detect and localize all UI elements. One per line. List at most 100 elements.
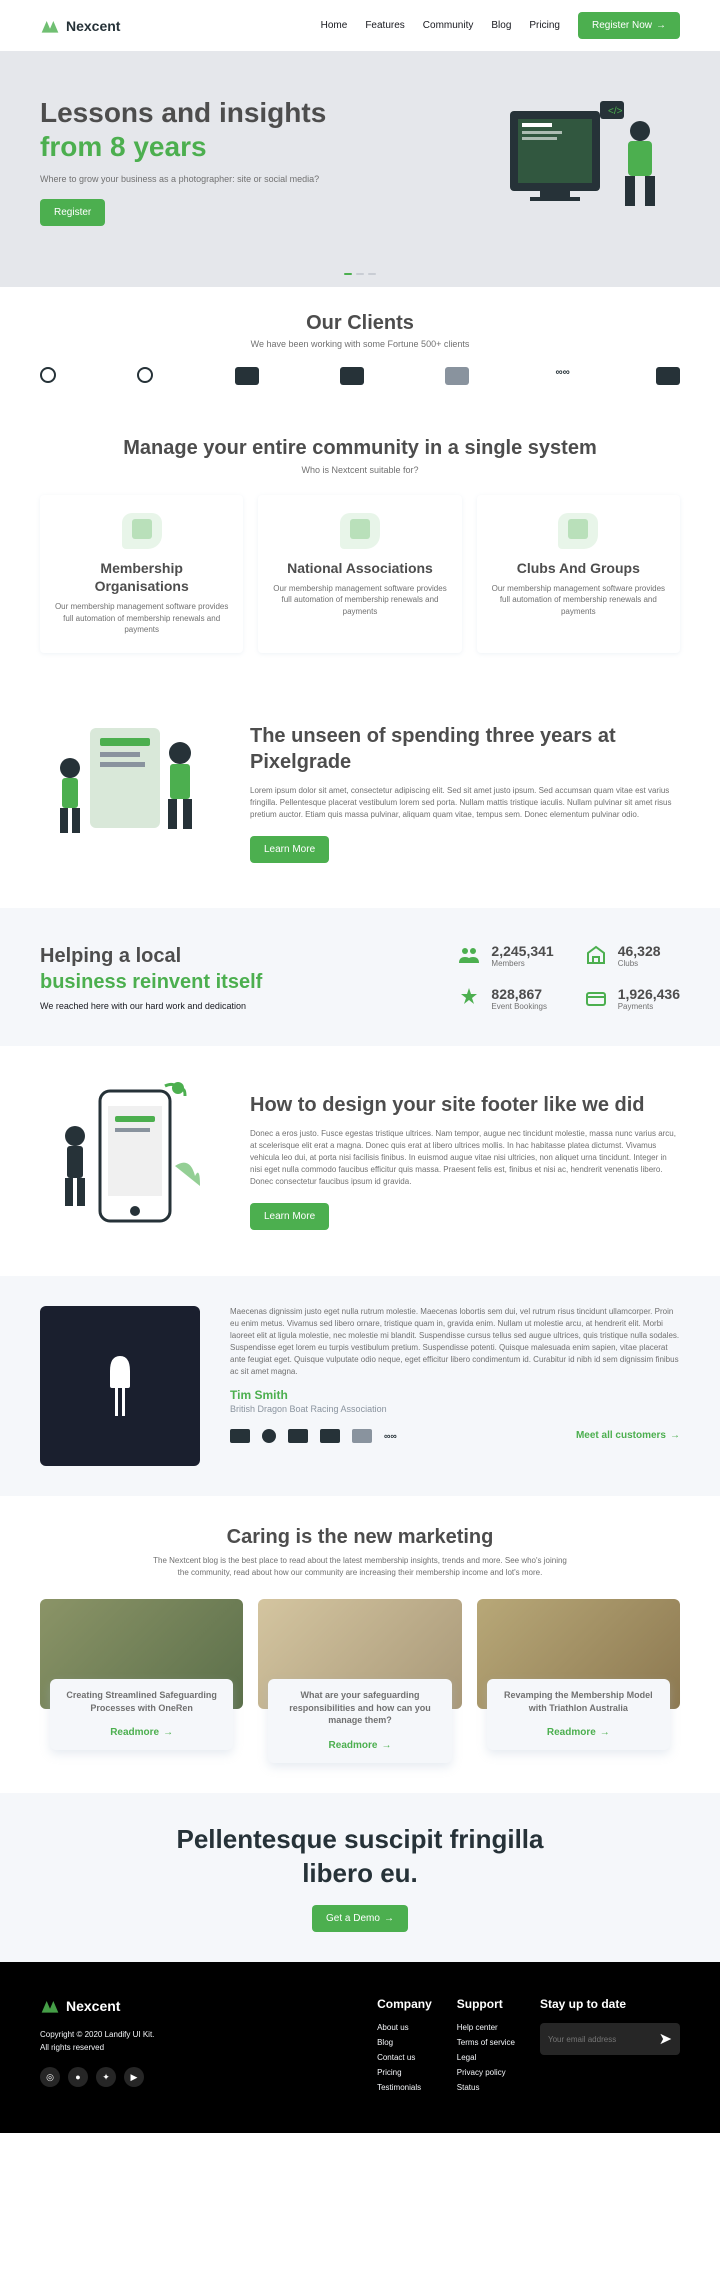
- register-button[interactable]: Register: [40, 199, 105, 226]
- readmore-link[interactable]: Readmore →: [547, 1727, 610, 1738]
- footer-design-section: How to design your site footer like we d…: [0, 1046, 720, 1276]
- manage-section: Manage your entire community in a single…: [0, 410, 720, 678]
- client-logo: [235, 367, 259, 385]
- logo[interactable]: Nexcent: [40, 17, 120, 35]
- stats-title: Helping a localbusiness reinvent itself: [40, 943, 262, 995]
- stat-bookings: 828,867Event Bookings: [457, 986, 553, 1011]
- brand-name: Nexcent: [66, 18, 120, 34]
- blog-card[interactable]: What are your safeguarding responsibilit…: [258, 1599, 461, 1763]
- nav-features[interactable]: Features: [365, 20, 404, 31]
- testimonial-text: Maecenas dignissim justo eget nulla rutr…: [230, 1306, 680, 1466]
- pixelgrade-text: The unseen of spending three years at Pi…: [250, 723, 680, 863]
- people-icon: [122, 513, 162, 549]
- stat-payments: 1,926,436Payments: [584, 986, 680, 1011]
- manage-subtitle: Who is Nextcent suitable for?: [40, 465, 680, 475]
- stat-clubs: 46,328Clubs: [584, 943, 680, 968]
- footer-link[interactable]: Testimonials: [377, 2083, 432, 2092]
- footer-link[interactable]: Terms of service: [457, 2038, 515, 2047]
- client-logo: [340, 367, 364, 385]
- blog-card[interactable]: Revamping the Membership Model with Tria…: [477, 1599, 680, 1763]
- footer-link[interactable]: About us: [377, 2023, 432, 2032]
- arrow-right-icon: →: [670, 1430, 680, 1441]
- client-logo: [445, 367, 469, 385]
- stay-col: Stay up to date ➤: [540, 1997, 680, 2098]
- dot-active[interactable]: [344, 273, 352, 275]
- testimonial-body: Maecenas dignissim justo eget nulla rutr…: [230, 1306, 680, 1378]
- hero-section: Lessons and insightsfrom 8 years Where t…: [0, 51, 720, 261]
- meet-customers-link[interactable]: Meet all customers →: [576, 1430, 680, 1441]
- footer-link[interactable]: Contact us: [377, 2053, 432, 2062]
- client-logo: ∞∞: [551, 367, 575, 385]
- nav-pricing[interactable]: Pricing: [529, 20, 560, 31]
- hero-illustration: </>: [500, 91, 680, 231]
- blog-box: Revamping the Membership Model with Tria…: [487, 1679, 670, 1750]
- learn-more-button[interactable]: Learn More: [250, 836, 329, 863]
- footer-logo: Nexcent: [40, 1997, 154, 2015]
- footer-design-desc: Donec a eros justo. Fusce egestas tristi…: [250, 1128, 680, 1188]
- stats-text: Helping a localbusiness reinvent itself …: [40, 943, 262, 1011]
- learn-more-button[interactable]: Learn More: [250, 1203, 329, 1230]
- arrow-right-icon: →: [656, 20, 666, 31]
- clients-section: Our Clients We have been working with so…: [0, 287, 720, 410]
- header: Nexcent Home Features Community Blog Pri…: [0, 0, 720, 51]
- footer-link[interactable]: Help center: [457, 2023, 515, 2032]
- dot[interactable]: [368, 273, 376, 275]
- dot[interactable]: [356, 273, 364, 275]
- nav-blog[interactable]: Blog: [491, 20, 511, 31]
- send-icon[interactable]: ➤: [659, 2029, 672, 2049]
- youtube-icon[interactable]: ▶: [124, 2067, 144, 2087]
- clubs-icon: [584, 943, 608, 967]
- rights: All rights reserved: [40, 2043, 154, 2052]
- twitter-icon[interactable]: ✦: [96, 2067, 116, 2087]
- footer-link[interactable]: Blog: [377, 2038, 432, 2047]
- footer-columns: Company About us Blog Contact us Pricing…: [377, 1997, 680, 2098]
- footer-left: Nexcent Copyright © 2020 Landify UI Kit.…: [40, 1997, 154, 2098]
- hero-title: Lessons and insightsfrom 8 years: [40, 96, 326, 163]
- footer-link[interactable]: Privacy policy: [457, 2068, 515, 2077]
- email-input-box: ➤: [540, 2023, 680, 2055]
- pixelgrade-illustration: [40, 708, 220, 878]
- client-logo-mini: [352, 1429, 372, 1443]
- blog-box: What are your safeguarding responsibilit…: [268, 1679, 451, 1763]
- cta-title: Pellentesque suscipit fringilla libero e…: [160, 1823, 560, 1891]
- blog-section: Caring is the new marketing The Nextcent…: [0, 1496, 720, 1793]
- testimonial-name: Tim Smith: [230, 1388, 680, 1402]
- footer-link[interactable]: Pricing: [377, 2068, 432, 2077]
- logo-icon: [40, 1997, 60, 2015]
- pixelgrade-desc: Lorem ipsum dolor sit amet, consectetur …: [250, 785, 680, 821]
- cta-section: Pellentesque suscipit fringilla libero e…: [0, 1793, 720, 1963]
- nav-home[interactable]: Home: [321, 20, 348, 31]
- nav-community[interactable]: Community: [423, 20, 474, 31]
- dribbble-icon[interactable]: ●: [68, 2067, 88, 2087]
- readmore-link[interactable]: Readmore →: [329, 1740, 392, 1751]
- get-demo-button[interactable]: Get a Demo →: [312, 1905, 408, 1932]
- svg-text:</>: </>: [608, 106, 623, 117]
- footer-link[interactable]: Legal: [457, 2053, 515, 2062]
- client-logo-mini: [262, 1429, 276, 1443]
- stats-grid: 2,245,341Members 46,328Clubs 828,867Even…: [457, 943, 680, 1011]
- blog-cards-row: Creating Streamlined Safeguarding Proces…: [40, 1599, 680, 1763]
- readmore-link[interactable]: Readmore →: [110, 1727, 173, 1738]
- manage-title: Manage your entire community in a single…: [40, 435, 680, 461]
- cards-row: Membership OrganisationsOur membership m…: [40, 495, 680, 653]
- footer-link[interactable]: Status: [457, 2083, 515, 2092]
- client-logo-mini: ∞∞: [384, 1431, 397, 1441]
- blog-card[interactable]: Creating Streamlined Safeguarding Proces…: [40, 1599, 243, 1763]
- testimonial-role: British Dragon Boat Racing Association: [230, 1404, 680, 1414]
- testimonial-image: [40, 1306, 200, 1466]
- register-now-button[interactable]: Register Now →: [578, 12, 680, 39]
- card-membership: Membership OrganisationsOur membership m…: [40, 495, 243, 653]
- client-logo-mini: [320, 1429, 340, 1443]
- card-clubs: Clubs And GroupsOur membership managemen…: [477, 495, 680, 653]
- hero-subtitle: Where to grow your business as a photogr…: [40, 174, 326, 184]
- instagram-icon[interactable]: ◎: [40, 2067, 60, 2087]
- footer-design-illustration: [40, 1076, 220, 1246]
- blog-desc: The Nextcent blog is the best place to r…: [150, 1555, 570, 1579]
- footer: Nexcent Copyright © 2020 Landify UI Kit.…: [0, 1962, 720, 2133]
- footer-design-title: How to design your site footer like we d…: [250, 1092, 680, 1118]
- client-logo-mini: [288, 1429, 308, 1443]
- client-logo-mini: [230, 1429, 250, 1443]
- testimonial-logos: ∞∞ Meet all customers →: [230, 1429, 680, 1443]
- email-input[interactable]: [548, 2035, 659, 2044]
- pixelgrade-title: The unseen of spending three years at Pi…: [250, 723, 680, 775]
